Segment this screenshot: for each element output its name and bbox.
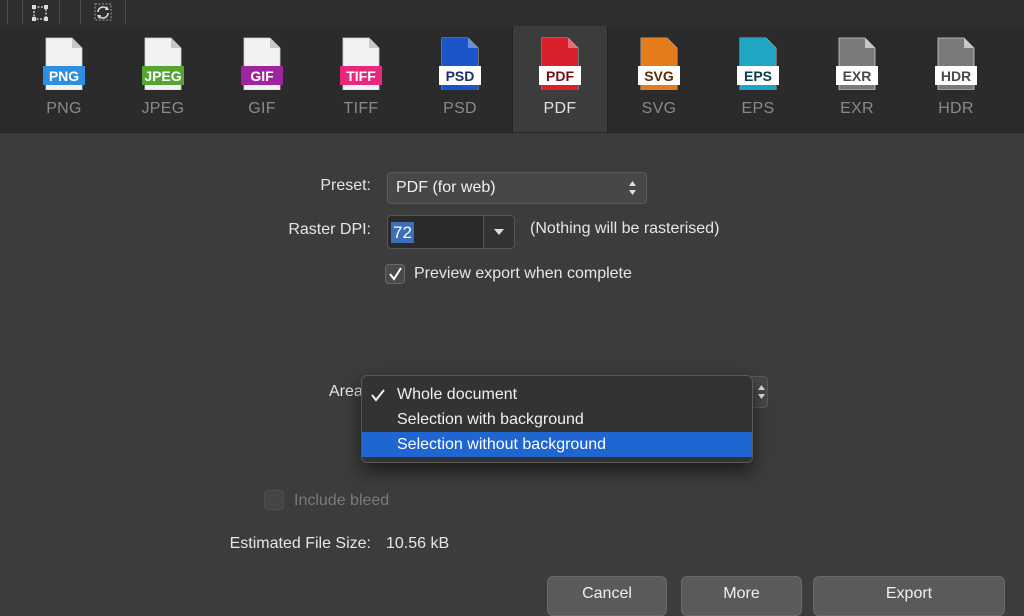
pdf-file-icon: PDF (539, 37, 581, 90)
raster-dpi-combo[interactable]: 72 (387, 215, 515, 249)
format-tab-hdr[interactable]: HDR HDR (908, 26, 1004, 132)
format-tab-svg[interactable]: SVG SVG (611, 26, 707, 132)
preset-label: Preset: (320, 177, 371, 194)
file-icon-label: EXR (843, 68, 872, 84)
checkmark-icon (371, 389, 385, 402)
raster-dpi-label: Raster DPI: (288, 221, 371, 238)
top-toolbar (0, 0, 1024, 26)
tiff-file-icon: TIFF (340, 37, 382, 90)
file-icon-label: PDF (546, 68, 574, 84)
menu-item-label: Selection with background (397, 411, 584, 428)
transform-tool-button[interactable] (22, 0, 60, 24)
format-name: EXR (840, 100, 874, 117)
file-size-label: Estimated File Size: (229, 535, 371, 552)
cancel-button[interactable]: Cancel (547, 576, 667, 616)
menu-item-label: Selection without background (397, 436, 607, 453)
export-button[interactable]: Export (813, 576, 1005, 616)
format-name: PSD (443, 100, 477, 117)
checkmark-icon (389, 267, 402, 281)
rotate-icon (94, 3, 112, 21)
include-bleed-checkbox[interactable] (264, 490, 284, 510)
raster-dpi-hint: (Nothing will be rasterised) (530, 220, 720, 237)
format-name: TIFF (343, 100, 379, 117)
jpeg-file-icon: JPEG (142, 37, 184, 90)
format-name: EPS (741, 100, 775, 117)
format-tab-tiff[interactable]: TIFF TIFF (313, 26, 409, 132)
file-icon-label: EPS (744, 68, 772, 84)
format-tab-eps[interactable]: EPS EPS (710, 26, 806, 132)
format-name: JPEG (141, 100, 185, 117)
file-size-value: 10.56 kB (386, 535, 450, 552)
more-button[interactable]: More (681, 576, 802, 616)
transform-icon (32, 5, 48, 21)
area-option-whole-document[interactable]: Whole document (362, 382, 752, 407)
preview-export-checkbox[interactable] (385, 264, 405, 284)
eps-file-icon: EPS (737, 37, 779, 90)
area-option-selection-without-background[interactable]: Selection without background (362, 432, 752, 457)
raster-dpi-dropdown-button[interactable] (483, 216, 514, 248)
format-tab-psd[interactable]: PSD PSD (412, 26, 508, 132)
format-name: PNG (46, 100, 82, 117)
preset-select[interactable]: PDF (for web) (387, 172, 647, 204)
preview-export-label: Preview export when complete (414, 265, 632, 282)
file-icon-label: GIF (250, 68, 274, 84)
format-tab-jpeg[interactable]: JPEG JPEG (115, 26, 211, 132)
format-tab-exr[interactable]: EXR EXR (809, 26, 905, 132)
file-icon-label: HDR (941, 68, 971, 84)
raster-dpi-value[interactable]: 72 (391, 222, 414, 243)
file-icon-label: PNG (49, 68, 79, 84)
format-name: PDF (543, 100, 577, 117)
file-icon-label: TIFF (346, 68, 376, 84)
hdr-file-icon: HDR (935, 37, 977, 90)
up-down-chevron-icon (758, 385, 765, 399)
format-tab-pdf[interactable]: PDF PDF (512, 26, 608, 132)
area-option-selection-with-background[interactable]: Selection with background (362, 407, 752, 432)
chevron-down-icon (494, 229, 504, 235)
include-bleed-label: Include bleed (294, 492, 390, 509)
format-selector-bar: PNG PNG JPEG JPEG GIF GIF TIFF TIFF PSD PSD PDF PDF… (0, 26, 1024, 133)
format-tab-png[interactable]: PNG PNG (16, 26, 112, 132)
format-name: GIF (248, 100, 276, 117)
file-icon-label: SVG (644, 68, 674, 84)
format-name: SVG (641, 100, 677, 117)
gif-file-icon: GIF (241, 37, 283, 90)
format-name: HDR (938, 100, 974, 117)
psd-file-icon: PSD (439, 37, 481, 90)
menu-item-label: Whole document (397, 386, 518, 403)
format-tab-gif[interactable]: GIF GIF (214, 26, 310, 132)
png-file-icon: PNG (43, 37, 85, 90)
svg-file-icon: SVG (638, 37, 680, 90)
rotate-tool-button[interactable] (80, 0, 126, 24)
area-dropdown-menu: Whole document Selection with background… (361, 375, 753, 463)
area-label: Area (329, 383, 362, 400)
file-icon-label: JPEG (144, 68, 181, 84)
exr-file-icon: EXR (836, 37, 878, 90)
up-down-chevron-icon (629, 181, 636, 195)
file-icon-label: PSD (446, 68, 475, 84)
preset-value: PDF (for web) (396, 179, 496, 196)
toolbar-left-arrow-button[interactable] (0, 0, 8, 24)
